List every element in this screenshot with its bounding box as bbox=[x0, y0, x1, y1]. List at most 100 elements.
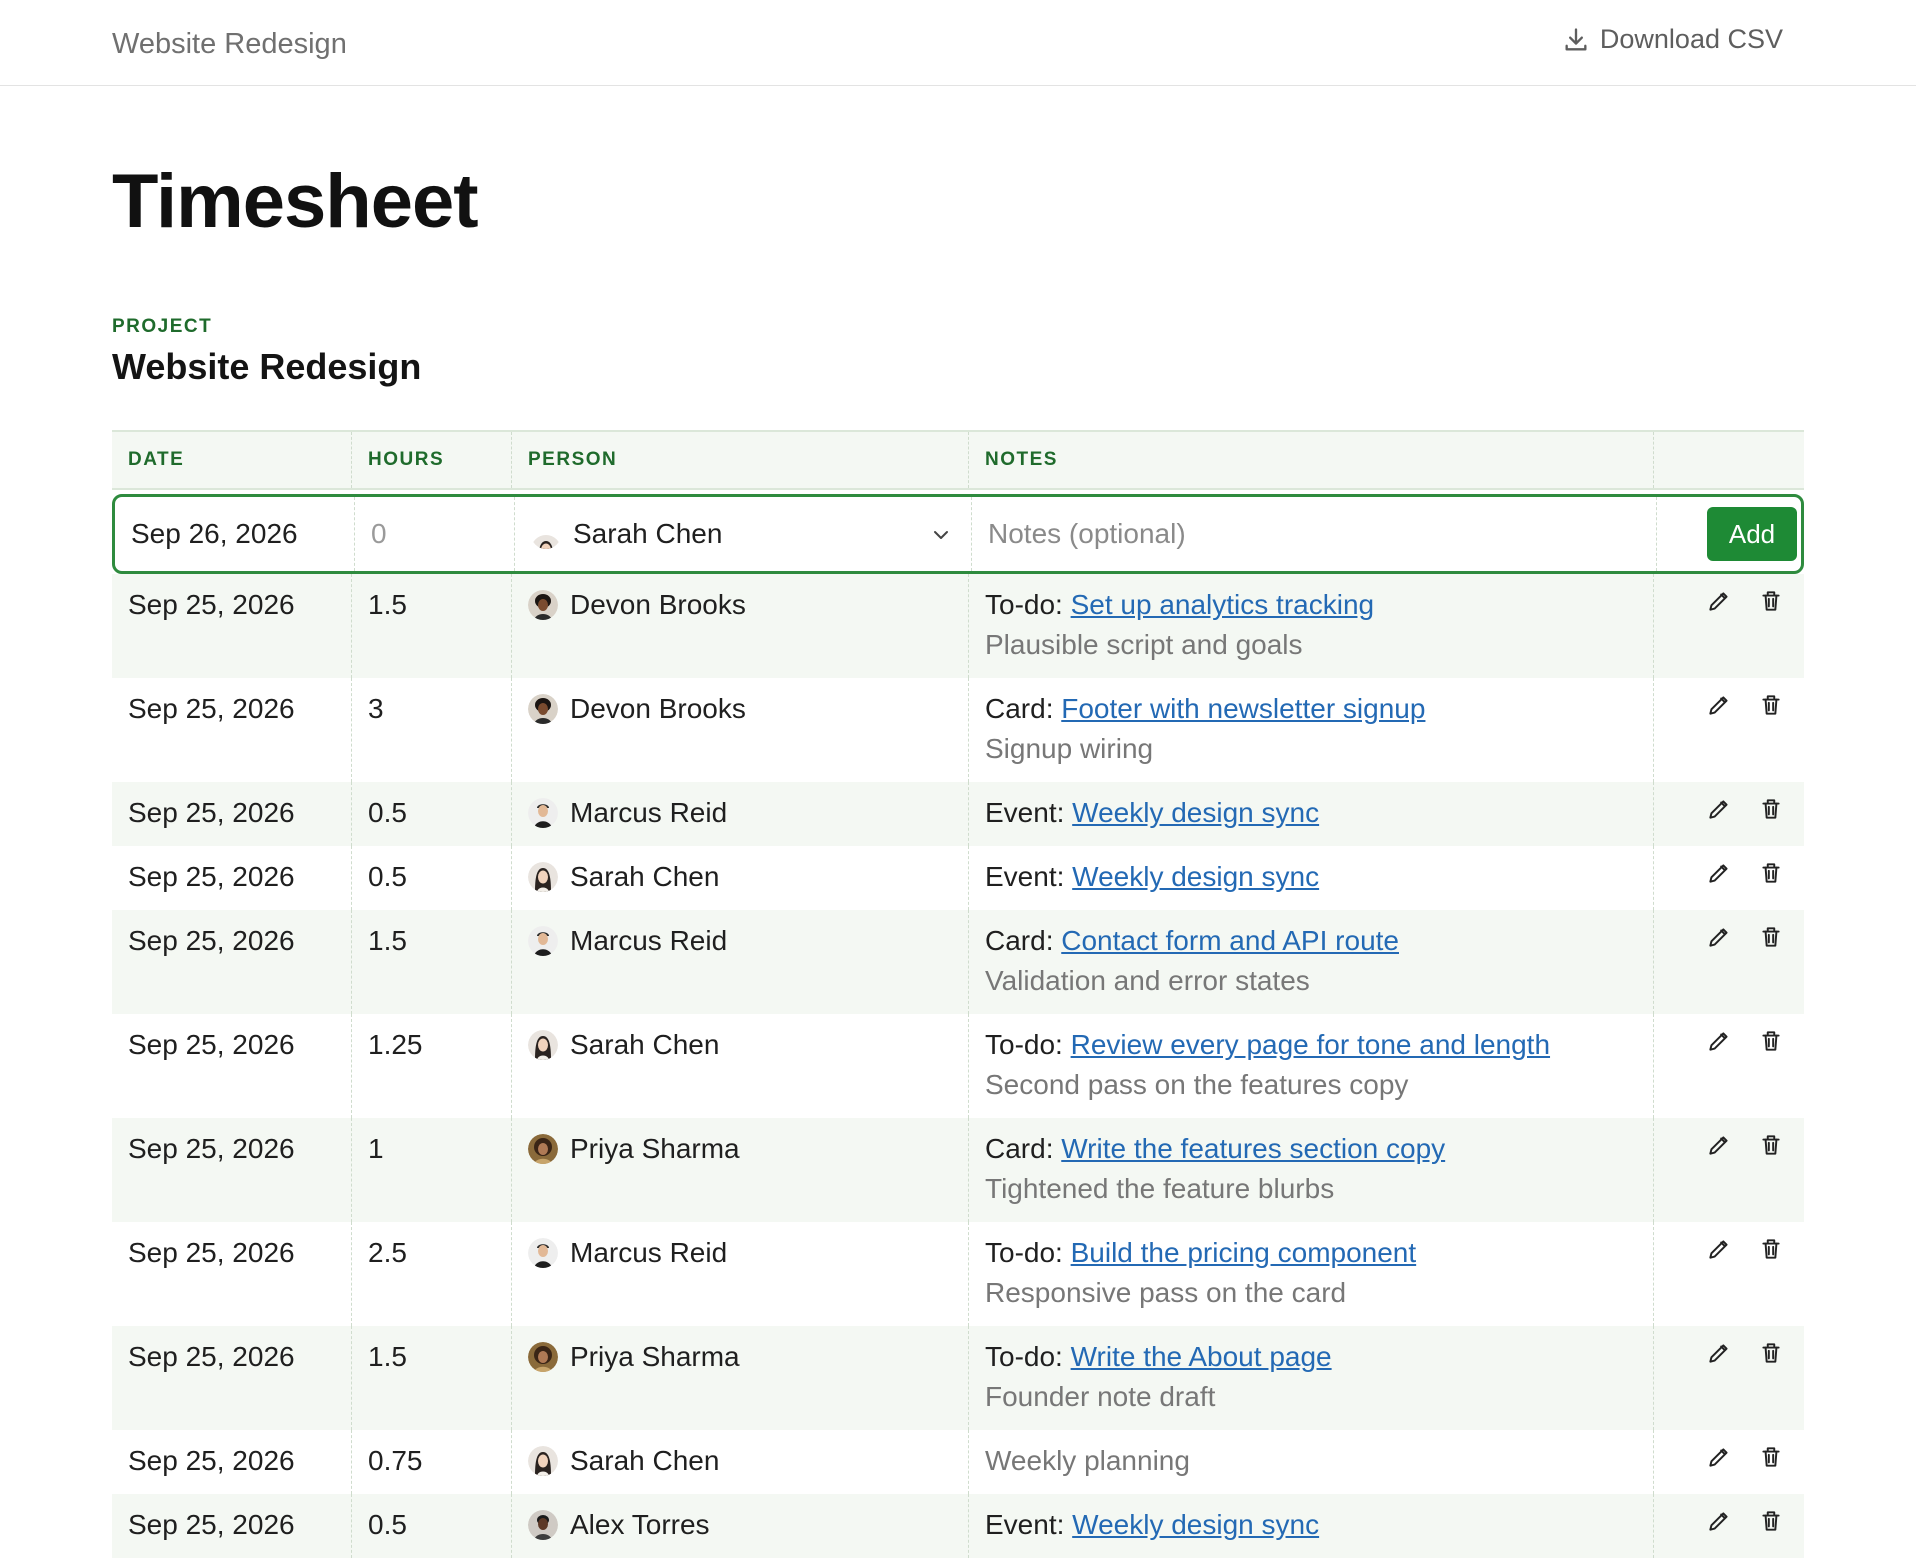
table-header: DATE HOURS PERSON NOTES bbox=[112, 430, 1804, 490]
add-button[interactable]: Add bbox=[1707, 507, 1797, 561]
edit-pencil-icon[interactable] bbox=[1706, 1444, 1732, 1470]
chevron-down-icon[interactable] bbox=[931, 525, 951, 545]
column-header-hours: HOURS bbox=[351, 432, 511, 488]
cell-notes: Event: Weekly design sync bbox=[968, 1494, 1653, 1558]
cell-hours: 0.5 bbox=[351, 782, 511, 846]
entry-person-select[interactable]: Sarah Chen bbox=[514, 497, 971, 571]
person-name: Priya Sharma bbox=[570, 1133, 740, 1164]
cell-date: Sep 25, 2026 bbox=[128, 925, 295, 956]
avatar bbox=[528, 1510, 558, 1540]
note-detail: Plausible script and goals bbox=[985, 629, 1303, 660]
edit-pencil-icon[interactable] bbox=[1706, 1132, 1732, 1158]
note-link[interactable]: Write the About page bbox=[1071, 1341, 1332, 1372]
cell-actions bbox=[1653, 678, 1804, 782]
note-type: To-do: bbox=[985, 1341, 1071, 1372]
cell-person: Sarah Chen bbox=[511, 1014, 968, 1118]
cell-person: Priya Sharma bbox=[511, 1118, 968, 1222]
delete-trash-icon[interactable] bbox=[1758, 692, 1784, 718]
edit-pencil-icon[interactable] bbox=[1706, 692, 1732, 718]
cell-person: Sarah Chen bbox=[511, 1430, 968, 1494]
edit-pencil-icon[interactable] bbox=[1706, 1028, 1732, 1054]
avatar bbox=[528, 862, 558, 892]
cell-actions bbox=[1653, 1118, 1804, 1222]
cell-actions bbox=[1653, 574, 1804, 678]
note-line: Event: Weekly design sync bbox=[985, 860, 1653, 894]
delete-trash-icon[interactable] bbox=[1758, 1028, 1784, 1054]
cell-actions bbox=[1653, 1222, 1804, 1326]
delete-trash-icon[interactable] bbox=[1758, 1236, 1784, 1262]
avatar bbox=[528, 590, 558, 620]
download-csv-button[interactable]: Download CSV bbox=[1562, 24, 1783, 55]
column-header-actions bbox=[1653, 432, 1804, 488]
cell-notes: To-do: Review every page for tone and le… bbox=[968, 1014, 1653, 1118]
note-line: Card: Write the features section copy bbox=[985, 1132, 1653, 1166]
edit-pencil-icon[interactable] bbox=[1706, 1508, 1732, 1534]
table-row: Sep 25, 2026 0.75 Sarah Chen Weekly plannin… bbox=[112, 1430, 1804, 1494]
cell-hours: 0.75 bbox=[351, 1430, 511, 1494]
delete-trash-icon[interactable] bbox=[1758, 924, 1784, 950]
note-type: Event: bbox=[985, 797, 1073, 828]
download-csv-label: Download CSV bbox=[1599, 24, 1783, 54]
delete-trash-icon[interactable] bbox=[1758, 1132, 1784, 1158]
note-line: Card: Contact form and API route bbox=[985, 924, 1653, 958]
note-line: To-do: Set up analytics tracking bbox=[985, 588, 1653, 622]
cell-date: Sep 25, 2026 bbox=[128, 1237, 295, 1268]
cell-person: Priya Sharma bbox=[511, 1326, 968, 1430]
table-body: Sep 25, 2026 1.5 Devon Brooks To-do: Set up… bbox=[112, 574, 1804, 1558]
cell-hours: 1.25 bbox=[351, 1014, 511, 1118]
person-name: Marcus Reid bbox=[570, 925, 728, 956]
note-link[interactable]: Write the features section copy bbox=[1061, 1133, 1445, 1164]
cell-person: Marcus Reid bbox=[511, 782, 968, 846]
avatar bbox=[528, 1238, 558, 1268]
table-row: Sep 25, 2026 3 Devon Brooks Card: Footer wi… bbox=[112, 678, 1804, 782]
cell-person: Sarah Chen bbox=[511, 846, 968, 910]
breadcrumb[interactable]: Website Redesign bbox=[112, 28, 347, 61]
cell-notes: To-do: Set up analytics tracking Plausibl… bbox=[968, 574, 1653, 678]
edit-pencil-icon[interactable] bbox=[1706, 924, 1732, 950]
person-name: Devon Brooks bbox=[570, 693, 746, 724]
delete-trash-icon[interactable] bbox=[1758, 796, 1784, 822]
edit-pencil-icon[interactable] bbox=[1706, 796, 1732, 822]
avatar bbox=[528, 1134, 558, 1164]
note-link[interactable]: Weekly design sync bbox=[1072, 797, 1319, 828]
table-row: Sep 25, 2026 2.5 Marcus Reid To-do: Build t… bbox=[112, 1222, 1804, 1326]
avatar bbox=[528, 798, 558, 828]
person-name: Alex Torres bbox=[570, 1509, 710, 1540]
note-detail: Founder note draft bbox=[985, 1381, 1216, 1412]
note-detail: Responsive pass on the card bbox=[985, 1277, 1347, 1308]
note-type: Card: bbox=[985, 693, 1062, 724]
entry-notes-field[interactable]: Notes (optional) bbox=[971, 497, 1656, 571]
note-link[interactable]: Weekly design sync bbox=[1072, 861, 1319, 892]
note-detail: Validation and error states bbox=[985, 965, 1310, 996]
entry-actions: Add bbox=[1656, 497, 1807, 571]
note-line: Event: Weekly design sync bbox=[985, 796, 1653, 830]
edit-pencil-icon[interactable] bbox=[1706, 1236, 1732, 1262]
delete-trash-icon[interactable] bbox=[1758, 588, 1784, 614]
cell-date: Sep 25, 2026 bbox=[128, 1029, 295, 1060]
column-header-date: DATE bbox=[128, 449, 185, 470]
note-link[interactable]: Contact form and API route bbox=[1061, 925, 1399, 956]
note-type: To-do: bbox=[985, 589, 1071, 620]
person-name: Sarah Chen bbox=[570, 1029, 720, 1060]
delete-trash-icon[interactable] bbox=[1758, 860, 1784, 886]
edit-pencil-icon[interactable] bbox=[1706, 588, 1732, 614]
delete-trash-icon[interactable] bbox=[1758, 1444, 1784, 1470]
edit-pencil-icon[interactable] bbox=[1706, 860, 1732, 886]
top-bar: Website Redesign Download CSV bbox=[0, 0, 1916, 86]
note-link[interactable]: Build the pricing component bbox=[1071, 1237, 1417, 1268]
edit-pencil-icon[interactable] bbox=[1706, 1340, 1732, 1366]
table-row: Sep 25, 2026 1 Priya Sharma Card: Write the… bbox=[112, 1118, 1804, 1222]
cell-hours: 1.5 bbox=[351, 1326, 511, 1430]
download-icon bbox=[1565, 27, 1587, 50]
delete-trash-icon[interactable] bbox=[1758, 1508, 1784, 1534]
cell-date: Sep 25, 2026 bbox=[128, 797, 295, 828]
note-link[interactable]: Review every page for tone and length bbox=[1071, 1029, 1550, 1060]
note-type: Card: bbox=[985, 925, 1062, 956]
note-link[interactable]: Weekly design sync bbox=[1072, 1509, 1319, 1540]
delete-trash-icon[interactable] bbox=[1758, 1340, 1784, 1366]
entry-hours-field[interactable]: 0 bbox=[354, 497, 514, 571]
avatar bbox=[531, 519, 561, 549]
note-link[interactable]: Set up analytics tracking bbox=[1071, 589, 1375, 620]
note-link[interactable]: Footer with newsletter signup bbox=[1061, 693, 1425, 724]
entry-date-field[interactable]: Sep 26, 2026 bbox=[115, 497, 354, 571]
